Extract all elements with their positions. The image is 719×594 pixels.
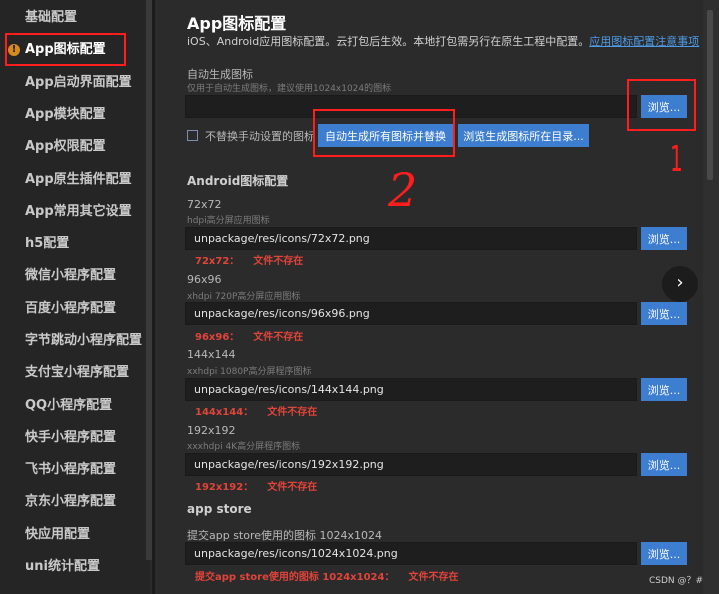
icon-144-error: 144x144： 文件不存在 — [195, 403, 317, 418]
appstore-section-title: app store — [187, 502, 252, 516]
icon-72-browse-button[interactable]: 浏览... — [641, 227, 687, 250]
icon-192-browse-button[interactable]: 浏览... — [641, 453, 687, 476]
error-key: 192x192： — [195, 482, 254, 493]
error-message: 文件不存在 — [408, 572, 459, 583]
error-key: 144x144： — [195, 407, 254, 418]
icon-144-browse-button[interactable]: 浏览... — [641, 378, 687, 401]
error-message: 文件不存在 — [253, 332, 304, 343]
icon-size-label: 144x144 — [187, 348, 236, 361]
icon-size-label: 192x192 — [187, 424, 236, 437]
annotation-mark-2: 2 — [388, 163, 418, 217]
icon-size-hint: hdpi高分屏应用图标 — [187, 216, 270, 226]
settings-sidebar: 基础配置 ! App图标配置 App启动界面配置 App模块配置 App权限配置… — [0, 0, 150, 594]
sidebar-item-app-modules[interactable]: App模块配置 — [0, 99, 146, 131]
icon-192-path-input[interactable]: unpackage/res/icons/192x192.png — [185, 453, 637, 476]
annotation-box-browse — [627, 79, 696, 131]
appstore-icon-label: 提交app store使用的图标 1024x1024 — [187, 529, 383, 542]
icon-72-error: 72x72： 文件不存在 — [195, 252, 303, 267]
icon-72-path-input[interactable]: unpackage/res/icons/72x72.png — [185, 227, 637, 250]
appstore-icon-path-input[interactable]: unpackage/res/icons/1024x1024.png — [185, 542, 637, 565]
error-key: 96x96： — [195, 332, 240, 343]
description-text: iOS、Android应用图标配置。云打包后生效。本地打包需另行在原生工程中配置… — [187, 35, 590, 48]
icon-96-browse-button[interactable]: 浏览... — [641, 302, 687, 325]
error-key: 提交app store使用的图标 1024x1024： — [195, 572, 395, 583]
sidebar-item-app-splash[interactable]: App启动界面配置 — [0, 67, 146, 99]
auto-generate-label: 自动生成图标 — [187, 68, 253, 81]
sidebar-item-weixin[interactable]: 微信小程序配置 — [0, 260, 146, 292]
sidebar-item-app-permissions[interactable]: App权限配置 — [0, 131, 146, 163]
icon-size-label: 72x72 — [187, 198, 222, 211]
sidebar-item-basic[interactable]: 基础配置 — [0, 2, 146, 34]
icon-notes-link[interactable]: 应用图标配置注意事项 — [589, 35, 699, 48]
page-title: App图标配置 — [187, 14, 287, 33]
annotation-box-generate — [313, 109, 455, 157]
annotation-box-sidebar — [5, 33, 126, 66]
appstore-icon-browse-button[interactable]: 浏览... — [641, 542, 687, 565]
chevron-right-icon[interactable]: › — [662, 266, 698, 302]
icon-144-path-input[interactable]: unpackage/res/icons/144x144.png — [185, 378, 637, 401]
browse-icon-dir-button[interactable]: 浏览生成图标所在目录... — [458, 124, 589, 147]
sidebar-item-kuaishou[interactable]: 快手小程序配置 — [0, 422, 146, 454]
error-message: 文件不存在 — [253, 256, 304, 267]
sidebar-item-qq[interactable]: QQ小程序配置 — [0, 390, 146, 422]
appstore-icon-error: 提交app store使用的图标 1024x1024： 文件不存在 — [195, 568, 458, 583]
sidebar-item-feishu[interactable]: 飞书小程序配置 — [0, 454, 146, 486]
sidebar-item-app-native-plugins[interactable]: App原生插件配置 — [0, 164, 146, 196]
sidebar-item-jd[interactable]: 京东小程序配置 — [0, 486, 146, 518]
annotation-mark-1: 1 — [670, 139, 683, 180]
main-scrollbar[interactable] — [703, 0, 719, 594]
icon-192-error: 192x192： 文件不存在 — [195, 478, 317, 493]
no-replace-checkbox[interactable] — [187, 130, 198, 141]
sidebar-item-baidu[interactable]: 百度小程序配置 — [0, 293, 146, 325]
icon-size-hint: xxxhdpi 4K高分屏程序图标 — [187, 442, 301, 452]
icon-size-hint: xxhdpi 1080P高分屏程序图标 — [187, 367, 312, 377]
sidebar-item-h5[interactable]: h5配置 — [0, 228, 146, 260]
android-section-title: Android图标配置 — [187, 174, 289, 188]
error-message: 文件不存在 — [267, 482, 318, 493]
sidebar-item-quickapp[interactable]: 快应用配置 — [0, 519, 146, 551]
watermark: CSDN @？# — [649, 576, 704, 586]
icon-size-hint: xhdpi 720P高分屏应用图标 — [187, 292, 301, 302]
error-key: 72x72： — [195, 256, 240, 267]
error-message: 文件不存在 — [267, 407, 318, 418]
sidebar-item-uni-stat[interactable]: uni统计配置 — [0, 551, 146, 583]
sidebar-item-bytedance[interactable]: 字节跳动小程序配置 — [0, 325, 146, 357]
sidebar-item-alipay[interactable]: 支付宝小程序配置 — [0, 357, 146, 389]
icon-96-error: 96x96： 文件不存在 — [195, 328, 303, 343]
icon-96-path-input[interactable]: unpackage/res/icons/96x96.png — [185, 302, 637, 325]
no-replace-checkbox-label: 不替换手动设置的图标 — [205, 130, 315, 143]
auto-generate-hint: 仅用于自动生成图标，建议使用1024x1024的图标 — [187, 84, 392, 94]
page-description: iOS、Android应用图标配置。云打包后生效。本地打包需另行在原生工程中配置… — [187, 33, 699, 49]
app-icon-settings-panel: App图标配置 iOS、Android应用图标配置。云打包后生效。本地打包需另行… — [155, 0, 703, 594]
main-scrollbar-thumb[interactable] — [707, 10, 713, 180]
sidebar-item-app-other-settings[interactable]: App常用其它设置 — [0, 196, 146, 228]
icon-size-label: 96x96 — [187, 273, 222, 286]
